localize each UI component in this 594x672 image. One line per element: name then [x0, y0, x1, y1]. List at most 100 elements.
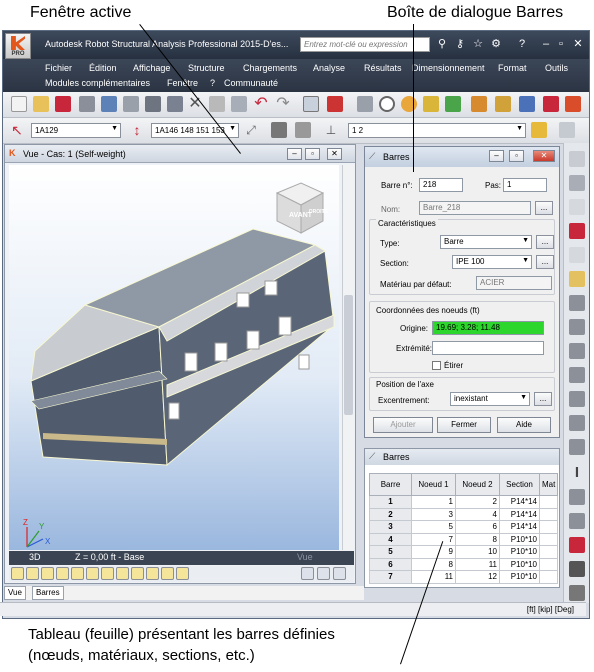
- table-row[interactable]: 1 1 2 P14*14: [369, 495, 559, 509]
- cell-section[interactable]: P10*10: [499, 557, 540, 571]
- view-mode[interactable]: 3D: [29, 552, 41, 562]
- type-select[interactable]: Barre ▼: [440, 235, 532, 249]
- cell-material[interactable]: [538, 570, 559, 584]
- cell-node1[interactable]: 3: [411, 507, 456, 521]
- table-row[interactable]: 5 9 10 P10*10: [369, 545, 559, 559]
- star-icon[interactable]: ☆: [471, 37, 485, 51]
- menu-analyse[interactable]: Analyse: [313, 63, 345, 73]
- row-number[interactable]: 2: [369, 507, 412, 521]
- dialog-minimize-button[interactable]: –: [489, 150, 504, 162]
- layout-icon-5[interactable]: [569, 247, 585, 263]
- minimize-icon[interactable]: –: [539, 37, 553, 51]
- view-tool-14[interactable]: [317, 567, 330, 580]
- new-icon[interactable]: [11, 96, 27, 112]
- paste-special-icon[interactable]: [231, 96, 247, 112]
- layout-icon-7[interactable]: [569, 295, 585, 311]
- save-icon[interactable]: [55, 96, 71, 112]
- cell-node2[interactable]: 12: [455, 570, 500, 584]
- menu-modules[interactable]: Modules complémentaires: [45, 78, 150, 88]
- beam-icon[interactable]: I: [569, 465, 585, 481]
- view-close-button[interactable]: ✕: [327, 148, 342, 160]
- eccentric-browse-button[interactable]: ...: [534, 392, 552, 406]
- end-input[interactable]: [432, 341, 544, 355]
- robot-logo-icon[interactable]: PRO: [5, 33, 31, 59]
- cell-node1[interactable]: 9: [411, 545, 456, 559]
- tables-icon[interactable]: [327, 96, 343, 112]
- cell-node2[interactable]: 8: [455, 532, 500, 546]
- table-row[interactable]: 4 7 8 P10*10: [369, 532, 559, 546]
- pin-icon[interactable]: ⤢: [243, 122, 259, 138]
- view-scrollbar[interactable]: [342, 165, 354, 550]
- type-browse-button[interactable]: ...: [536, 235, 554, 249]
- layout-icon-8[interactable]: [569, 319, 585, 335]
- cell-material[interactable]: [538, 545, 559, 559]
- material-input[interactable]: ACIER: [476, 276, 552, 290]
- view-tool-12[interactable]: [176, 567, 189, 580]
- view-tool-6[interactable]: [86, 567, 99, 580]
- cell-node2[interactable]: 6: [455, 520, 500, 534]
- cell-material[interactable]: [538, 495, 559, 509]
- view-tool-1[interactable]: [11, 567, 24, 580]
- dialog-restore-button[interactable]: ▫: [509, 150, 524, 162]
- cell-section[interactable]: P14*14: [499, 495, 540, 509]
- cut-icon[interactable]: [145, 96, 161, 112]
- open-icon[interactable]: [33, 96, 49, 112]
- cell-material[interactable]: [538, 532, 559, 546]
- row-number[interactable]: 1: [369, 495, 412, 509]
- name-input[interactable]: Barre_218: [419, 201, 531, 215]
- design-icon[interactable]: [543, 96, 559, 112]
- undo-icon[interactable]: ↶: [253, 96, 269, 112]
- view-tool-3[interactable]: [41, 567, 54, 580]
- layout-icon-14[interactable]: [569, 489, 585, 505]
- cell-section[interactable]: P10*10: [499, 570, 540, 584]
- row-number[interactable]: 3: [369, 520, 412, 534]
- eccentric-select[interactable]: inexistant ▼: [450, 392, 530, 406]
- close-icon[interactable]: ✕: [571, 37, 585, 51]
- cell-material[interactable]: [538, 507, 559, 521]
- zoom-icon[interactable]: [379, 96, 395, 112]
- 3d-viewport[interactable]: AVANT DROITE Z Y X: [9, 165, 339, 550]
- menu-communaute[interactable]: Communauté: [224, 78, 278, 88]
- cell-node2[interactable]: 11: [455, 557, 500, 571]
- cell-section[interactable]: P14*14: [499, 507, 540, 521]
- layout-icon-10[interactable]: [569, 367, 585, 383]
- layout-icon-2[interactable]: [569, 175, 585, 191]
- restore-icon[interactable]: ▫: [554, 37, 568, 51]
- tools-icon[interactable]: [565, 96, 581, 112]
- bar-definition-icon[interactable]: [423, 96, 439, 112]
- row-number[interactable]: 6: [369, 557, 412, 571]
- bar-select-icon[interactable]: ↕: [129, 122, 145, 138]
- help-icon[interactable]: ?: [515, 37, 529, 51]
- node-selection-combo[interactable]: 1A129 ▼: [31, 123, 121, 138]
- filter-icon[interactable]: [295, 122, 311, 138]
- calculator-icon[interactable]: [303, 96, 319, 112]
- view-tool-15[interactable]: [333, 567, 346, 580]
- layout-icon-17[interactable]: [569, 561, 585, 577]
- layout-icon-12[interactable]: [569, 415, 585, 431]
- view-minimize-button[interactable]: –: [287, 148, 302, 160]
- close-button[interactable]: Fermer: [437, 417, 491, 433]
- column-header-node1[interactable]: Noeud 1: [411, 473, 456, 496]
- cell-node1[interactable]: 1: [411, 495, 456, 509]
- menu-resultats[interactable]: Résultats: [364, 63, 402, 73]
- preview-icon[interactable]: [123, 96, 139, 112]
- case-icon[interactable]: ⊥: [323, 122, 339, 138]
- row-number[interactable]: 7: [369, 570, 412, 584]
- display-icon[interactable]: [271, 122, 287, 138]
- column-header-material[interactable]: Mat: [538, 473, 559, 496]
- tab-vue[interactable]: Vue: [4, 586, 26, 600]
- dialog-close-button[interactable]: ✕: [533, 150, 555, 162]
- menu-help[interactable]: ?: [210, 78, 215, 88]
- name-browse-button[interactable]: ...: [535, 201, 553, 215]
- layout-icon-15[interactable]: [569, 513, 585, 529]
- cell-node2[interactable]: 4: [455, 507, 500, 521]
- origin-input[interactable]: 19.69; 3.28; 11.48: [432, 321, 544, 335]
- table-row[interactable]: 6 8 11 P10*10: [369, 557, 559, 571]
- layout-icon-4[interactable]: [569, 223, 585, 239]
- menu-affichage[interactable]: Affichage: [133, 63, 170, 73]
- scrollbar-thumb[interactable]: [344, 295, 353, 415]
- print-icon[interactable]: [79, 96, 95, 112]
- column-header-node2[interactable]: Noeud 2: [455, 473, 500, 496]
- row-number[interactable]: 4: [369, 532, 412, 546]
- redo-icon[interactable]: ↷: [275, 96, 291, 112]
